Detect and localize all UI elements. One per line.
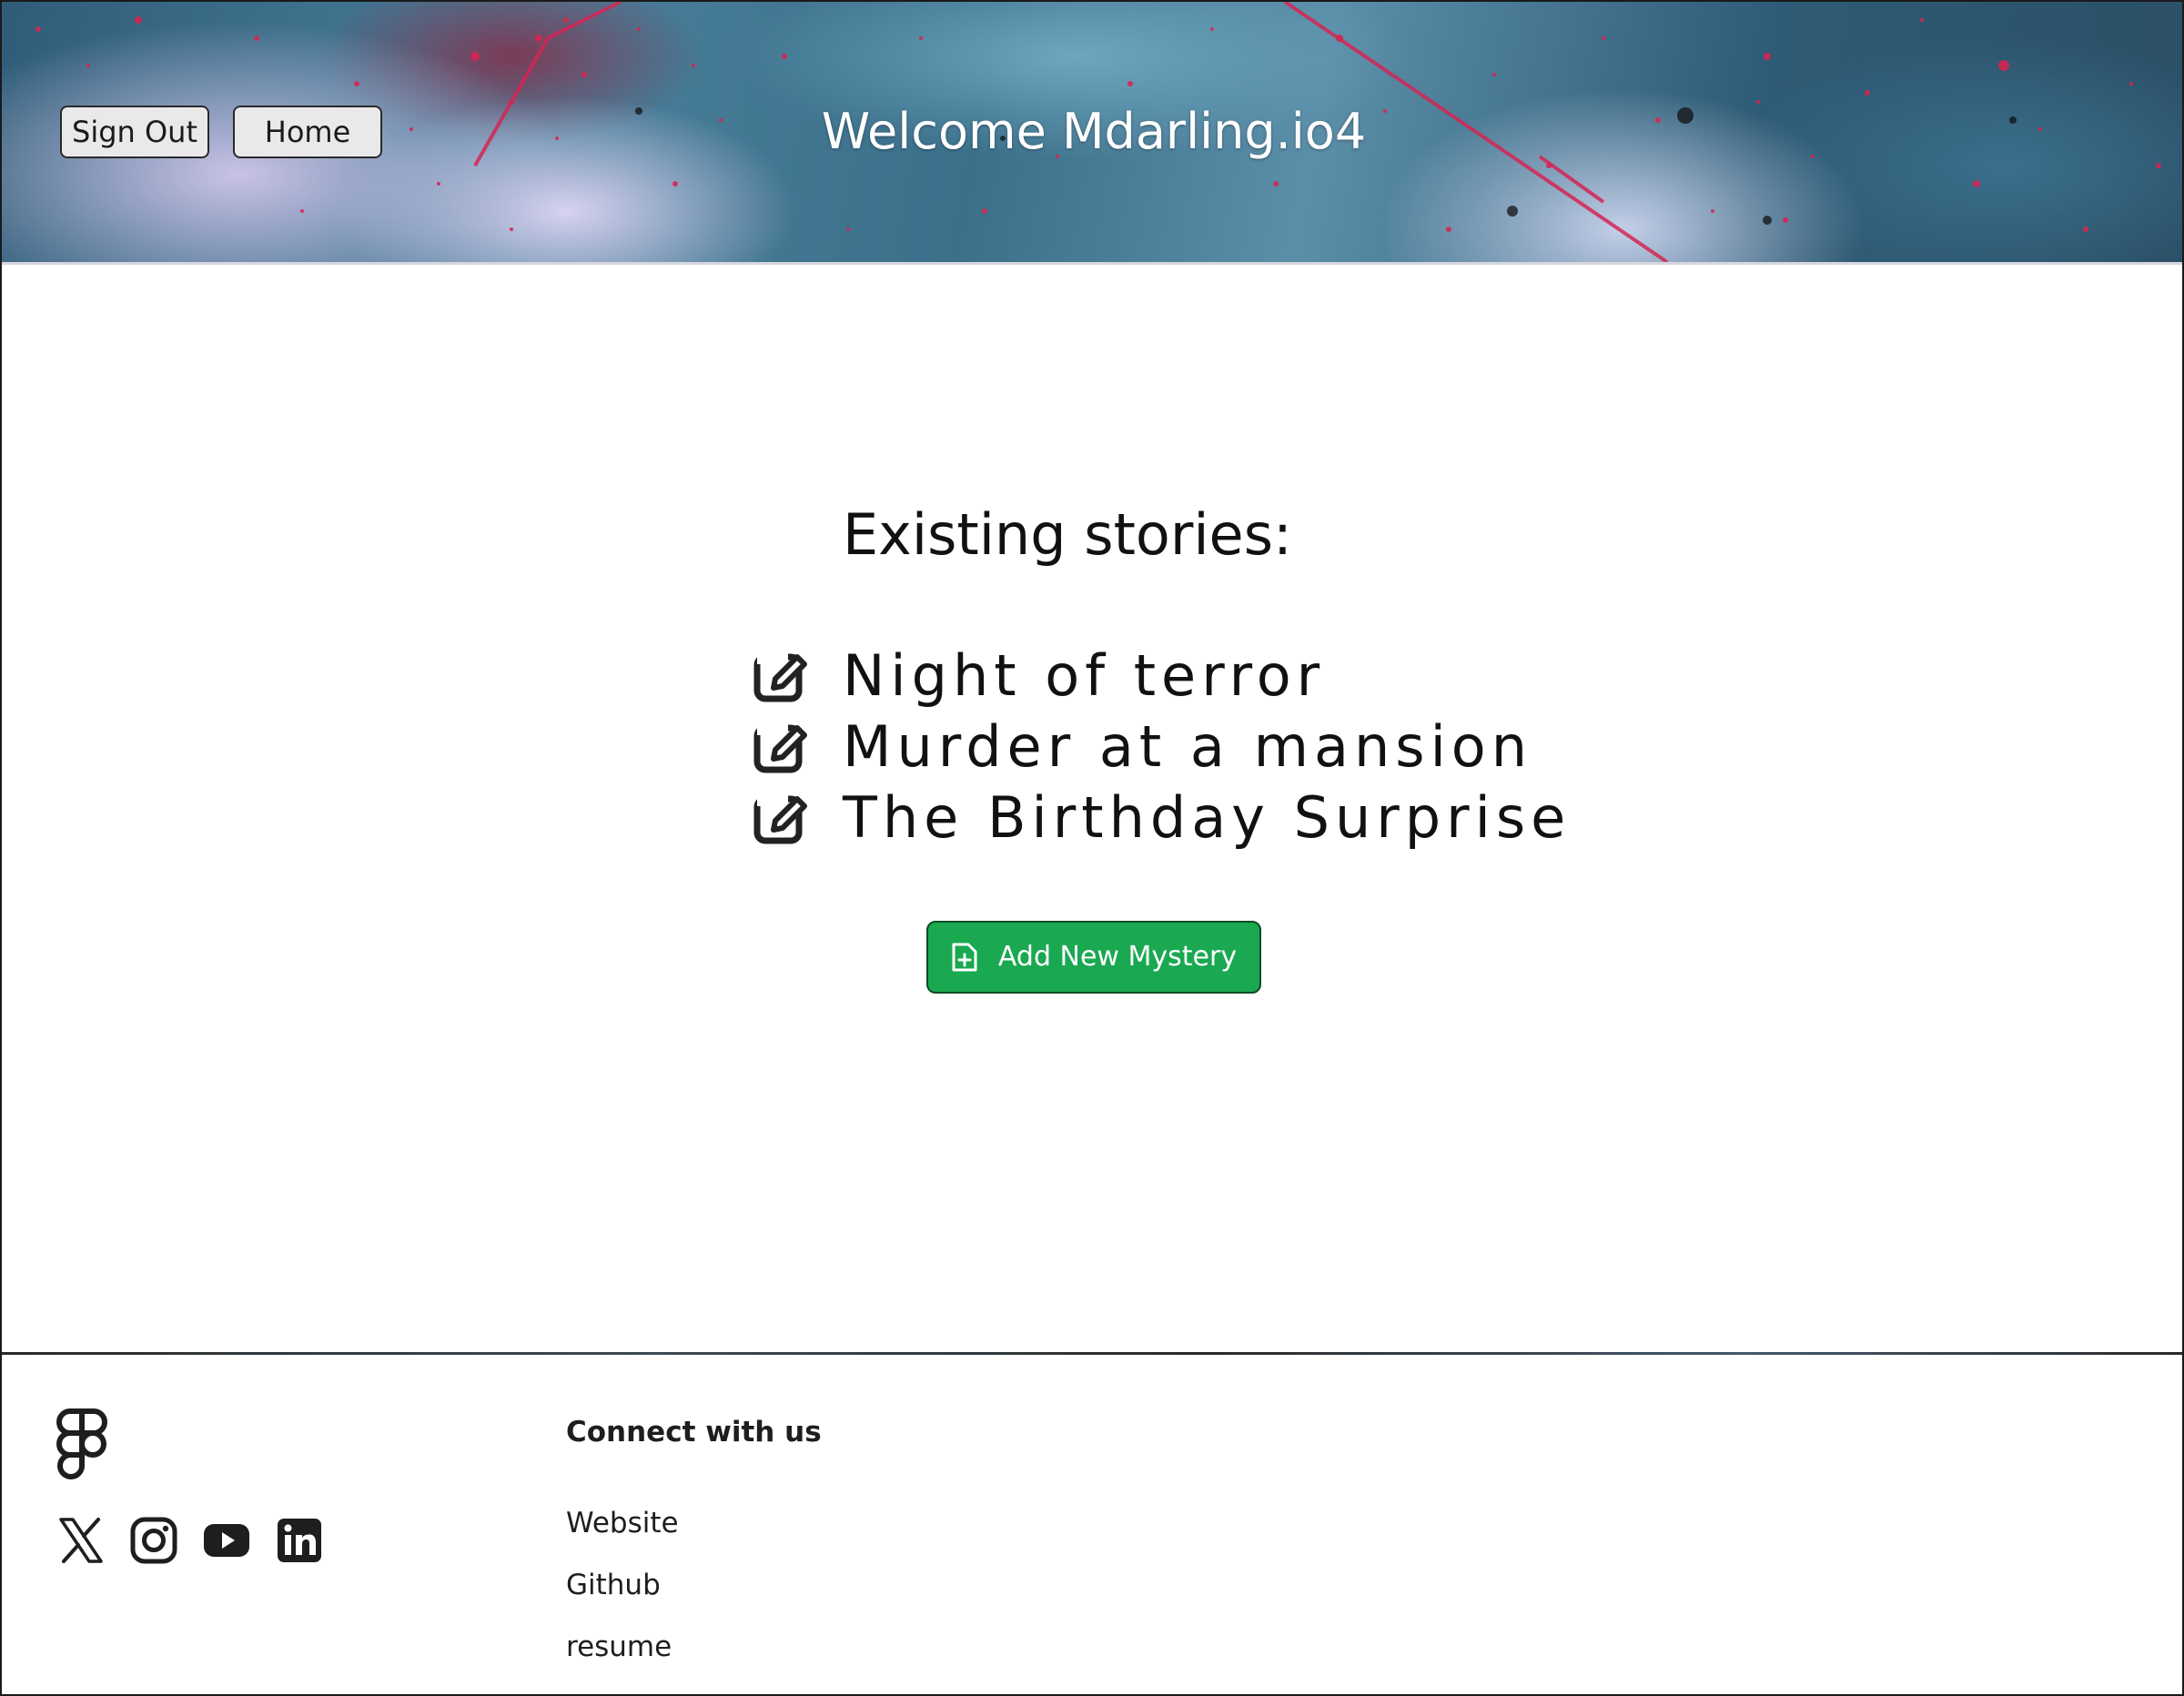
header-banner: Sign Out Home Welcome Mdarling.io4 xyxy=(2,2,2182,265)
youtube-icon[interactable] xyxy=(202,1516,251,1565)
story-title: Murder at a mansion xyxy=(843,713,1533,780)
story-item[interactable]: Murder at a mansion xyxy=(753,712,1571,782)
edit-icon[interactable] xyxy=(753,648,810,704)
edit-icon[interactable] xyxy=(753,719,810,775)
edit-icon[interactable] xyxy=(753,790,810,846)
stories-heading: Existing stories: xyxy=(843,501,1292,568)
x-icon[interactable] xyxy=(56,1516,106,1565)
story-item[interactable]: The Birthday Surprise xyxy=(753,782,1571,853)
add-button-label: Add New Mystery xyxy=(997,941,1238,973)
file-plus-icon xyxy=(952,943,977,972)
add-new-mystery-button[interactable]: Add New Mystery xyxy=(926,921,1261,994)
figma-logo-icon xyxy=(56,1408,107,1479)
sign-out-button[interactable]: Sign Out xyxy=(60,106,209,158)
story-item[interactable]: Night of terror xyxy=(753,641,1571,712)
story-title: Night of terror xyxy=(843,642,1326,709)
home-button[interactable]: Home xyxy=(233,106,382,158)
story-title: The Birthday Surprise xyxy=(843,784,1572,851)
instagram-icon[interactable] xyxy=(129,1516,178,1565)
connect-heading: Connect with us xyxy=(566,1416,822,1449)
story-list: Night of terror Murder at a mansion The … xyxy=(753,641,1571,853)
footer-divider xyxy=(2,1352,2182,1355)
footer-link-github[interactable]: Github xyxy=(566,1567,661,1603)
footer-link-resume[interactable]: resume xyxy=(566,1629,672,1665)
page-title: Welcome Mdarling.io4 xyxy=(821,103,1367,160)
footer-link-website[interactable]: Website xyxy=(566,1505,679,1541)
app-frame: Sign Out Home Welcome Mdarling.io4 Exist… xyxy=(0,0,2184,1696)
linkedin-icon[interactable] xyxy=(275,1516,324,1565)
